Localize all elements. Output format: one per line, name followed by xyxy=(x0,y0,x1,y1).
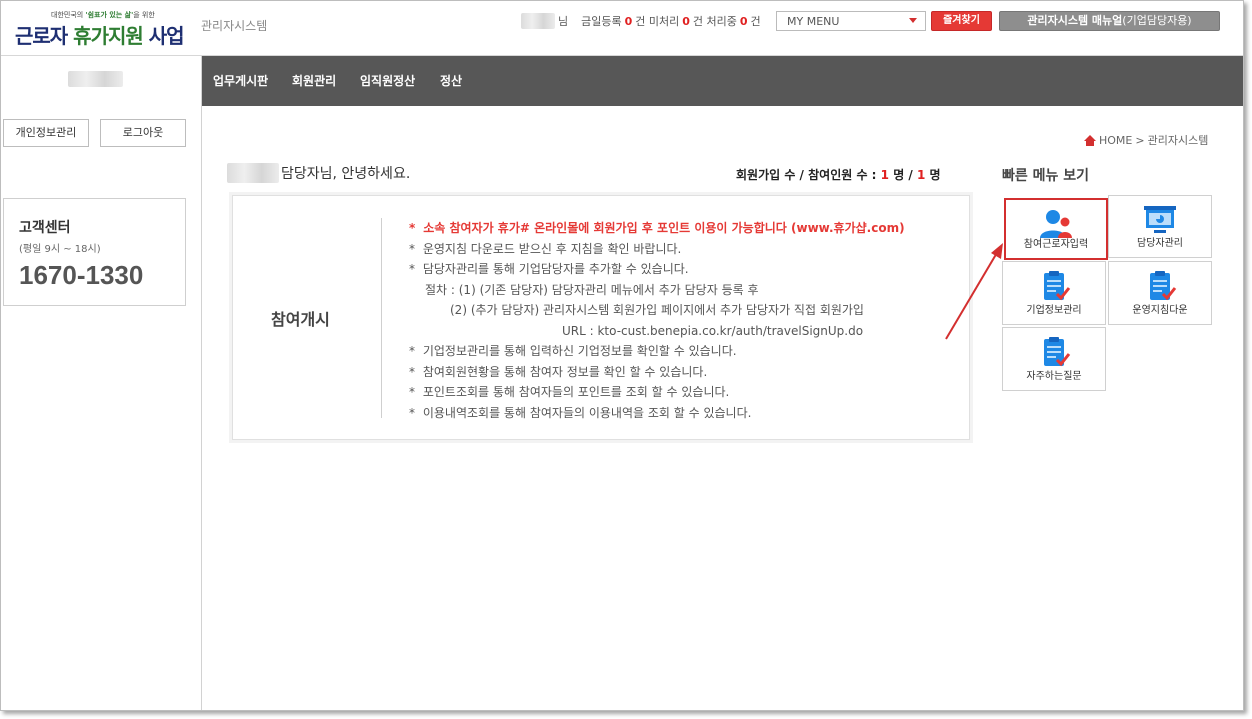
user-status: 님 금일등록 0건 미처리 0건 처리중 0건 xyxy=(521,13,761,29)
notice-list: * 소속 참여자가 휴가# 온라인몰에 회원가입 후 포인트 이용이 가능합니다… xyxy=(409,218,969,423)
customer-center-hours: (평일 9시 ~ 18시) xyxy=(19,244,101,255)
user-name-redacted xyxy=(521,13,555,29)
annotation-arrow xyxy=(945,243,1003,340)
home-icon[interactable] xyxy=(1084,134,1096,146)
breadcrumb-home[interactable]: HOME xyxy=(1099,134,1132,147)
breadcrumb-current: 관리자시스템 xyxy=(1147,134,1209,147)
member-stats: 회원가입 수 / 참여인원 수 : 1 명 / 1 명 xyxy=(736,168,941,182)
clipboard-check-icon xyxy=(1044,337,1071,367)
my-menu-select[interactable]: MY MENU xyxy=(776,11,926,31)
list-item: * 참여회원현황을 통해 참여자 정보를 확인 할 수 있습니다. xyxy=(409,364,708,379)
logo-title: 근로자 휴가지원 사업 xyxy=(15,24,185,48)
quick-item-guideline-download[interactable]: 운영지침다운 xyxy=(1108,261,1212,325)
logo[interactable]: 대한민국의 '쉼표가 있는 삶'을 위한 근로자 휴가지원 사업 xyxy=(15,7,193,48)
breadcrumb: HOME > 관리자시스템 xyxy=(1084,132,1208,148)
header: 대한민국의 '쉼표가 있는 삶'을 위한 근로자 휴가지원 사업 관리자시스템 … xyxy=(1,1,1243,56)
list-item: * 기업정보관리를 통해 입력하신 기업정보를 확인할 수 있습니다. xyxy=(409,344,737,358)
processing-count: 0 xyxy=(739,14,748,28)
quick-item-manager-management[interactable]: 담당자관리 xyxy=(1108,195,1212,258)
list-item: * 이용내역조회를 통해 참여자들의 이용내역을 조회 할 수 있습니다. xyxy=(409,405,752,420)
participation-start-panel: 참여개시 * 소속 참여자가 휴가# 온라인몰에 회원가입 후 포인트 이용이 … xyxy=(232,195,970,440)
nav-item-employee-settlement[interactable]: 임직원정산 xyxy=(360,56,415,106)
app-window: 대한민국의 '쉼표가 있는 삶'을 위한 근로자 휴가지원 사업 관리자시스템 … xyxy=(0,0,1244,711)
chevron-down-icon xyxy=(909,18,917,23)
profile-management-button[interactable]: 개인정보관리 xyxy=(3,119,89,147)
favorites-button[interactable]: 즐겨찾기 xyxy=(931,11,992,31)
list-item: 절차 : (1) (기존 담당자) 담당자관리 메뉴에서 추가 담당자 등록 후 xyxy=(425,282,759,297)
nav-item-work-board[interactable]: 업무게시판 xyxy=(213,56,268,106)
today-count: 0 xyxy=(624,14,633,28)
logo-slogan: 대한민국의 '쉼표가 있는 삶'을 위한 xyxy=(51,11,155,19)
presentation-icon xyxy=(1144,206,1176,233)
list-item: * 운영지침 다운로드 받으신 후 지침을 확인 바랍니다. xyxy=(409,241,682,256)
list-item: * 소속 참여자가 휴가# 온라인몰에 회원가입 후 포인트 이용이 가능합니다… xyxy=(409,221,905,235)
greeting: 담당자님, 안녕하세요. xyxy=(227,163,410,183)
customer-center-title: 고객센터 xyxy=(19,220,71,236)
customer-center-box: 고객센터 (평일 9시 ~ 18시) 1670-1330 xyxy=(3,198,186,306)
quick-item-company-info[interactable]: 기업정보관리 xyxy=(1002,261,1106,325)
quick-item-faq[interactable]: 자주하는질문 xyxy=(1002,327,1106,391)
clipboard-check-icon xyxy=(1044,271,1071,301)
sidebar-user-name-redacted xyxy=(68,71,123,87)
list-item: URL : kto-cust.benepia.co.kr/auth/travel… xyxy=(562,323,864,338)
list-item: * 담당자관리를 통해 기업담당자를 추가할 수 있습니다. xyxy=(409,262,689,276)
main-nav: 업무게시판 회원관리 임직원정산 정산 xyxy=(202,56,1243,106)
logout-button[interactable]: 로그아웃 xyxy=(100,119,186,147)
list-item: * 포인트조회를 통해 참여자들의 포인트를 조회 할 수 있습니다. xyxy=(409,385,730,399)
quick-item-participant-input[interactable]: 참여근로자입력 xyxy=(1004,198,1108,260)
admin-system-label: 관리자시스템 xyxy=(201,19,268,33)
sidebar: 개인정보관리 로그아웃 고객센터 (평일 9시 ~ 18시) 1670-1330 xyxy=(1,56,202,710)
quick-menu-title: 빠른 메뉴 보기 xyxy=(1002,168,1090,184)
panel-title: 참여개시 xyxy=(271,310,330,329)
unprocessed-count: 0 xyxy=(682,14,690,28)
divider xyxy=(381,218,382,418)
clipboard-check-icon xyxy=(1150,271,1177,301)
list-item: (2) (추가 담당자) 관리자시스템 회원가입 페이지에서 추가 담당자가 직… xyxy=(450,303,864,317)
nav-item-member-management[interactable]: 회원관리 xyxy=(292,56,336,106)
customer-center-phone: 1670-1330 xyxy=(19,260,144,290)
manager-name-redacted xyxy=(227,163,279,183)
nav-item-settlement[interactable]: 정산 xyxy=(440,56,462,106)
admin-manual-button[interactable]: 관리자시스템 매뉴얼(기업담당자용) xyxy=(999,11,1220,31)
joined-count: 1 xyxy=(880,168,890,182)
